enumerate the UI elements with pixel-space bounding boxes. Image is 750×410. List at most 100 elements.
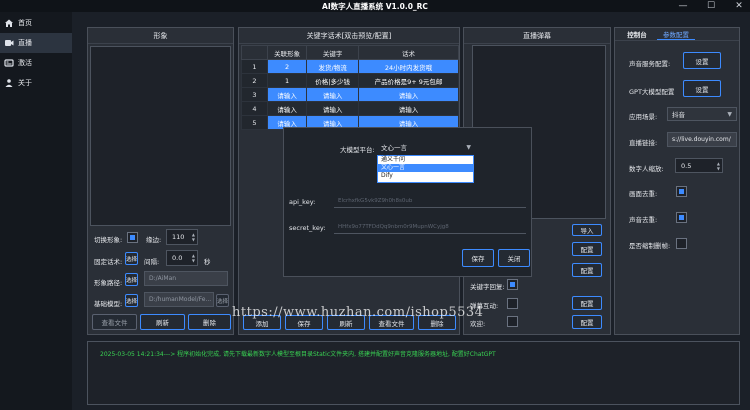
delete-row-button[interactable]: 删除	[418, 315, 456, 330]
tab-console[interactable]: 控制台	[621, 28, 653, 40]
config-button-3[interactable]: 配置	[572, 296, 602, 310]
live-link-input[interactable]: s://live.douyin.com/	[667, 132, 737, 147]
scene-label: 应用场景:	[629, 113, 658, 121]
danmu-interact-checkbox[interactable]	[507, 298, 518, 309]
base-model-field[interactable]: D:/humanModel/Fe...	[144, 292, 214, 307]
cell-script[interactable]: 请输入	[358, 87, 459, 102]
table-row[interactable]: 4 请输入 请输入 请输入	[241, 101, 459, 116]
cell-avatar[interactable]: 1	[266, 73, 308, 88]
cell-keyword[interactable]: 请输入	[306, 101, 360, 116]
scale-value: 0.5	[681, 161, 692, 170]
api-key-label: api_key:	[289, 198, 316, 206]
cell-keyword[interactable]: 价格|多少钱	[306, 73, 360, 88]
cell-keyword[interactable]: 发货/物流	[306, 59, 360, 74]
spin-arrows[interactable]: ▲ ▼	[192, 251, 195, 265]
avatar-preview	[90, 46, 231, 226]
llm-config-dialog: 大模型平台: 文心一言 ▼ api_key: ElcrhxfkG5vk9Z9h0…	[283, 127, 532, 277]
voice-config-label: 声音服务配置:	[629, 60, 671, 68]
live-icon	[4, 38, 14, 48]
save-table-button[interactable]: 保存	[285, 315, 323, 330]
sidebar-item-label: 首页	[18, 19, 32, 27]
cell-script[interactable]: 24小时内发货哦	[358, 59, 459, 74]
table-row[interactable]: 1 2 发货/物流 24小时内发货哦	[241, 59, 459, 74]
window-title: AI数字人直播系统 V1.0.0_RC	[322, 1, 428, 11]
config-button-2[interactable]: 配置	[572, 263, 602, 277]
table-header-row: 关联形象 关键字 话术	[241, 45, 459, 60]
base-model-select-button[interactable]: 选择	[125, 294, 138, 307]
add-row-button[interactable]: 添加	[243, 315, 281, 330]
spin-arrows[interactable]: ▲ ▼	[717, 159, 720, 172]
column-header-script[interactable]: 话术	[358, 45, 459, 60]
keyword-table: 关联形象 关键字 话术 1 2 发货/物流 24小时内发货哦 2 1 价格|多少…	[241, 45, 459, 130]
api-key-underline	[334, 207, 526, 208]
minimize-button[interactable]: —	[676, 0, 690, 12]
cell-avatar[interactable]: 2	[266, 59, 308, 74]
view-file-button[interactable]: 查看文件	[92, 314, 137, 330]
base-model-side-button[interactable]: 选择	[216, 294, 229, 307]
sidebar-item-live[interactable]: 直播	[0, 33, 72, 53]
fixed-script-select-button[interactable]: 选择	[125, 252, 138, 265]
interval-label: 间隔:	[144, 258, 160, 266]
platform-select[interactable]: 文心一言 ▼	[376, 140, 476, 154]
green-dedup-checkbox[interactable]	[676, 186, 687, 197]
cell-avatar[interactable]: 请输入	[266, 101, 308, 116]
cell-keyword[interactable]: 请输入	[306, 87, 360, 102]
dialog-close-button[interactable]: 关闭	[498, 249, 530, 267]
record-label: 是否缩制删帧:	[629, 242, 671, 250]
tab-params[interactable]: 参数配置	[657, 28, 695, 40]
margin-spinbox[interactable]: 110 ▲ ▼	[166, 229, 198, 245]
api-key-value[interactable]: ElcrhxfkG5vk9Z9h0h8s0ub	[338, 198, 412, 204]
dropdown-option[interactable]: 文心一言	[378, 164, 473, 172]
config-button-4[interactable]: 配置	[572, 315, 602, 329]
column-header-keyword[interactable]: 关键字	[306, 45, 360, 60]
welcome-checkbox[interactable]	[507, 316, 518, 327]
avatar-path-field[interactable]: D:/AiMan	[144, 271, 228, 286]
tab-divider	[615, 40, 739, 41]
scale-spinbox[interactable]: 0.5 ▲ ▼	[675, 158, 723, 173]
cell-script[interactable]: 请输入	[358, 101, 459, 116]
audio-dedup-checkbox[interactable]	[676, 212, 687, 223]
sidebar-item-label: 关于	[18, 79, 32, 87]
record-checkbox[interactable]	[676, 238, 687, 249]
interval-spinbox[interactable]: 0.0 ▲ ▼	[166, 250, 198, 266]
fixed-script-label: 固定话术:	[94, 258, 123, 266]
table-row[interactable]: 3 请输入 请输入 请输入	[241, 87, 459, 102]
gpt-config-button[interactable]: 设置	[683, 80, 721, 97]
table-row[interactable]: 2 1 价格|多少钱 产品价格是9+ 9元包邮	[241, 73, 459, 88]
table-corner	[241, 45, 268, 60]
dialog-save-button[interactable]: 保存	[462, 249, 494, 267]
refresh-button[interactable]: 刷新	[140, 314, 185, 330]
scene-value: 抖音	[672, 111, 685, 119]
sidebar-item-activate[interactable]: 激活	[0, 53, 72, 73]
keyword-reply-checkbox[interactable]	[507, 279, 518, 290]
secret-key-underline	[334, 233, 526, 234]
interval-value: 0.0	[172, 254, 183, 262]
switch-avatar-checkbox[interactable]	[127, 232, 138, 243]
sidebar-item-home[interactable]: 首页	[0, 13, 72, 33]
delete-button[interactable]: 删除	[188, 314, 231, 330]
scene-select[interactable]: 抖音 ▼	[667, 107, 737, 121]
dropdown-option[interactable]: Dify	[378, 172, 473, 180]
green-dedup-label: 画面去重:	[629, 190, 658, 198]
avatar-path-label: 形象路径:	[94, 279, 123, 287]
cell-avatar[interactable]: 请输入	[266, 87, 308, 102]
secret-key-value[interactable]: HHfx9o77TFDdQq9nbm0r9MupnWCyjg8	[338, 224, 449, 230]
spin-arrows[interactable]: ▲ ▼	[192, 230, 195, 244]
welcome-label: 欢迎:	[470, 320, 486, 328]
config-button-1[interactable]: 配置	[572, 242, 602, 256]
column-header-avatar[interactable]: 关联形象	[266, 45, 308, 60]
switch-avatar-label: 切换形象:	[94, 236, 123, 244]
cell-script[interactable]: 产品价格是9+ 9元包邮	[358, 73, 459, 88]
refresh-table-button[interactable]: 刷新	[327, 315, 365, 330]
close-button[interactable]: ✕	[732, 0, 746, 12]
dropdown-option[interactable]: 通义千问	[378, 156, 473, 164]
sidebar-item-about[interactable]: 关于	[0, 73, 72, 93]
control-panel: 控制台 参数配置 声音服务配置: 设置 GPT大模型配置 设置 应用场景: 抖音…	[614, 27, 740, 335]
avatar-path-select-button[interactable]: 选择	[125, 273, 138, 286]
voice-config-button[interactable]: 设置	[683, 52, 721, 69]
maximize-button[interactable]: ☐	[704, 0, 718, 12]
sidebar-item-label: 激活	[18, 59, 32, 67]
import-button[interactable]: 导入	[572, 224, 602, 236]
view-table-file-button[interactable]: 查看文件	[369, 315, 414, 330]
info-icon	[4, 78, 14, 88]
